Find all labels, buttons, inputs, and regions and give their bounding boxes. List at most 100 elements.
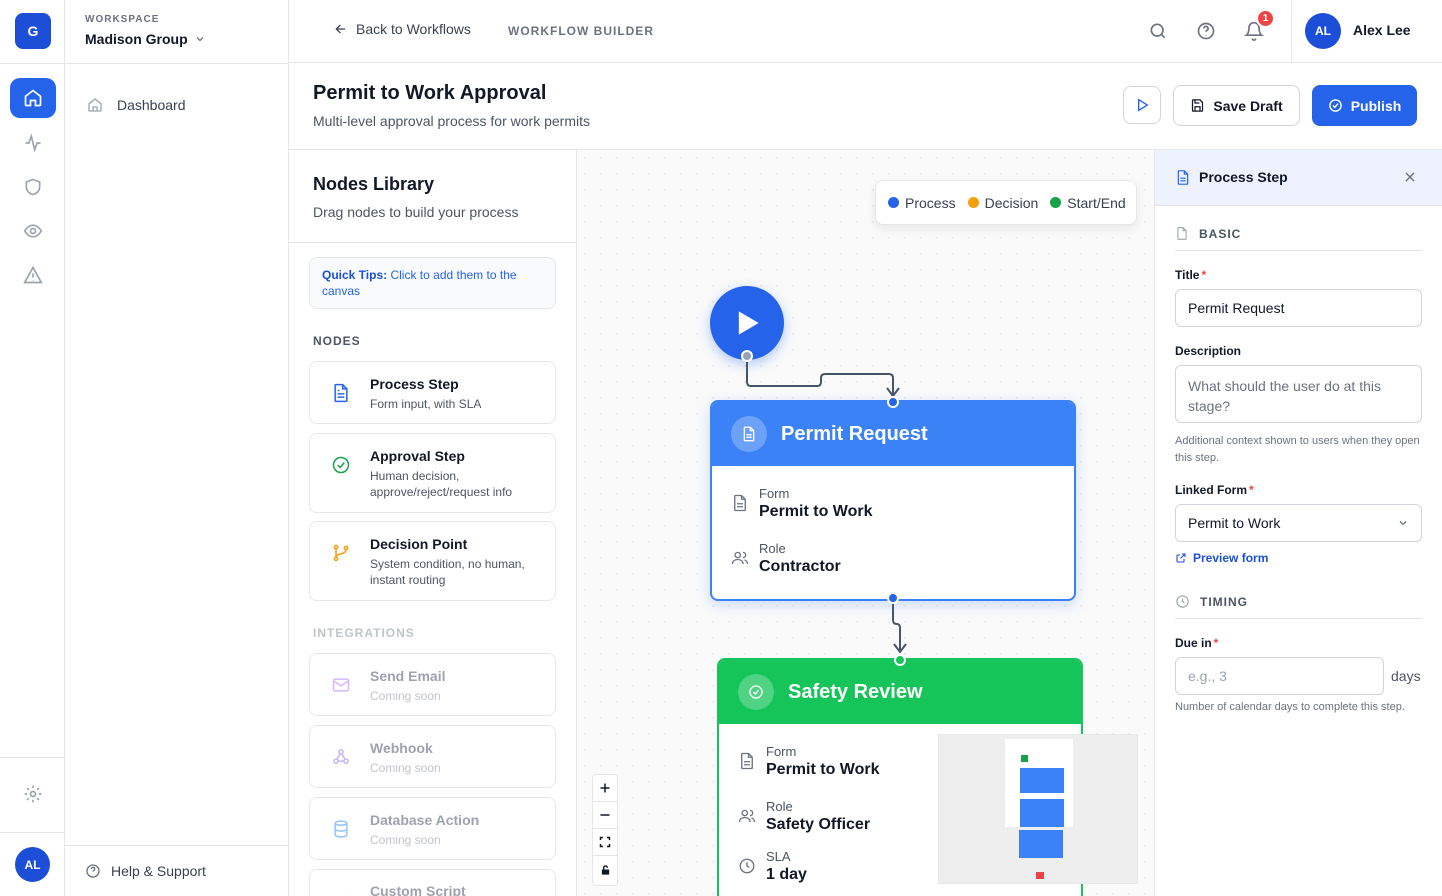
- workflow-canvas[interactable]: Process Decision Start/End Permit Reques…: [577, 150, 1154, 896]
- canvas-minimap[interactable]: [938, 734, 1138, 884]
- rail-alerts-button[interactable]: [10, 255, 56, 295]
- due-in-label: Due in *: [1175, 636, 1218, 650]
- title-input[interactable]: Permit Request: [1175, 289, 1422, 327]
- node-title: Send Email: [370, 668, 446, 684]
- library-node-database-action[interactable]: Database Action Coming soon: [309, 797, 556, 860]
- lock-canvas-button[interactable]: [593, 856, 617, 883]
- workspace-sidebar: WORKSPACE Madison Group Dashboard Help &…: [65, 0, 289, 896]
- eye-icon: [23, 224, 43, 238]
- library-node-webhook[interactable]: Webhook Coming soon: [309, 725, 556, 788]
- workflow-builder-label: WORKFLOW BUILDER: [508, 24, 654, 38]
- app-logo[interactable]: G: [15, 13, 51, 49]
- description-textarea[interactable]: What should the user do at this stage?: [1175, 365, 1422, 423]
- shield-icon: [25, 178, 41, 196]
- library-node-send-email[interactable]: Send Email Coming soon: [309, 653, 556, 716]
- linked-form-label: Linked Form *: [1175, 483, 1254, 497]
- node-input-handle[interactable]: [887, 396, 899, 408]
- rail-settings-button[interactable]: [10, 774, 56, 814]
- close-icon[interactable]: [1403, 170, 1417, 184]
- document-icon: [734, 494, 746, 512]
- minimap-end-node: [1036, 872, 1044, 879]
- help-support-label: Help & Support: [111, 863, 206, 879]
- node-title: Approval Step: [370, 448, 465, 464]
- properties-header: Process Step: [1155, 150, 1442, 206]
- node-desc: Coming soon: [370, 689, 441, 703]
- field-value: Contractor: [759, 558, 841, 575]
- back-to-workflows-link[interactable]: Back to Workflows: [334, 21, 471, 37]
- user-avatar[interactable]: AL: [1305, 13, 1341, 49]
- document-icon: [731, 416, 767, 452]
- section-label: TIMING: [1200, 594, 1248, 609]
- preview-form-link[interactable]: Preview form: [1175, 551, 1268, 565]
- fit-view-button[interactable]: [593, 829, 617, 856]
- help-support-link[interactable]: Help & Support: [85, 863, 206, 879]
- webhook-icon: [330, 746, 352, 768]
- zoom-controls: [592, 774, 618, 886]
- save-draft-label: Save Draft: [1213, 97, 1283, 114]
- field-label: Form: [759, 486, 790, 501]
- zoom-out-button[interactable]: [593, 802, 617, 829]
- rail-activity-button[interactable]: [10, 123, 56, 163]
- run-preview-button[interactable]: [1123, 86, 1161, 124]
- plus-icon: [600, 783, 610, 793]
- field-value: Permit to Work: [766, 761, 880, 778]
- node-title: Webhook: [370, 740, 433, 756]
- publish-button[interactable]: Publish: [1312, 85, 1417, 126]
- field-label: SLA: [766, 849, 791, 864]
- document-icon: [741, 752, 753, 770]
- due-in-input[interactable]: e.g., 3: [1175, 657, 1384, 695]
- node-title: Permit Request: [781, 422, 928, 445]
- library-node-decision-point[interactable]: Decision Point System condition, no huma…: [309, 521, 556, 601]
- help-button[interactable]: [1195, 20, 1217, 42]
- top-bar: Back to Workflows WORKFLOW BUILDER 1 AL …: [289, 0, 1442, 63]
- quick-tips-title: Quick Tips:: [322, 268, 388, 282]
- flow-node-permit-request[interactable]: Permit Request Form Permit to Work Role Co…: [710, 400, 1076, 601]
- node-output-handle[interactable]: [887, 592, 899, 604]
- field-label: Role: [766, 799, 793, 814]
- node-desc: Coming soon: [370, 833, 441, 847]
- title-label: Title *: [1175, 268, 1206, 282]
- rail-home-button[interactable]: [10, 78, 56, 118]
- field-label: Role: [759, 541, 786, 556]
- linked-form-select[interactable]: Permit to Work: [1175, 504, 1422, 542]
- section-label: BASIC: [1199, 226, 1242, 241]
- node-desc: System condition, no human, instant rout…: [370, 557, 525, 587]
- minimap-node: [1020, 799, 1064, 827]
- title-label-text: Title: [1175, 268, 1200, 282]
- rail-divider: [0, 757, 64, 758]
- library-node-approval-step[interactable]: Approval Step Human decision, approve/re…: [309, 433, 556, 513]
- mail-icon: [330, 674, 352, 696]
- required-marker: *: [1201, 268, 1207, 282]
- sidebar-item-dashboard[interactable]: Dashboard: [87, 95, 186, 115]
- search-button[interactable]: [1147, 20, 1169, 42]
- start-node[interactable]: [710, 286, 784, 360]
- home-icon: [88, 98, 102, 112]
- fit-view-icon: [599, 836, 611, 848]
- zoom-in-button[interactable]: [593, 775, 617, 802]
- workspace-divider: [65, 63, 288, 64]
- play-icon: [1138, 98, 1149, 112]
- rail-monitor-button[interactable]: [10, 211, 56, 251]
- user-name[interactable]: Alex Lee: [1353, 22, 1411, 38]
- page-subtitle: Multi-level approval process for work pe…: [313, 113, 590, 129]
- start-node-handle[interactable]: [741, 350, 753, 362]
- publish-label: Publish: [1350, 97, 1402, 114]
- help-circle-icon: [86, 864, 100, 878]
- top-bar-divider: [1291, 0, 1292, 63]
- node-input-handle[interactable]: [894, 654, 906, 666]
- library-node-process-step[interactable]: Process Step Form input, with SLA: [309, 361, 556, 424]
- workspace-name: Madison Group: [85, 31, 188, 47]
- preview-form-label: Preview form: [1193, 551, 1269, 565]
- workspace-switcher[interactable]: Madison Group: [85, 31, 206, 47]
- save-draft-button[interactable]: Save Draft: [1173, 85, 1300, 126]
- basic-section-label: BASIC: [1175, 226, 1241, 241]
- description-label: Description: [1175, 344, 1241, 358]
- notification-badge: 1: [1256, 9, 1275, 28]
- description-label-text: Description: [1175, 344, 1242, 358]
- rail-user-avatar[interactable]: AL: [15, 847, 50, 882]
- workflow-header: Permit to Work Approval Multi-level appr…: [289, 63, 1442, 150]
- rail-security-button[interactable]: [10, 167, 56, 207]
- home-icon: [24, 89, 42, 107]
- users-icon: [738, 809, 756, 823]
- library-node-custom-script[interactable]: Custom Script: [309, 869, 556, 896]
